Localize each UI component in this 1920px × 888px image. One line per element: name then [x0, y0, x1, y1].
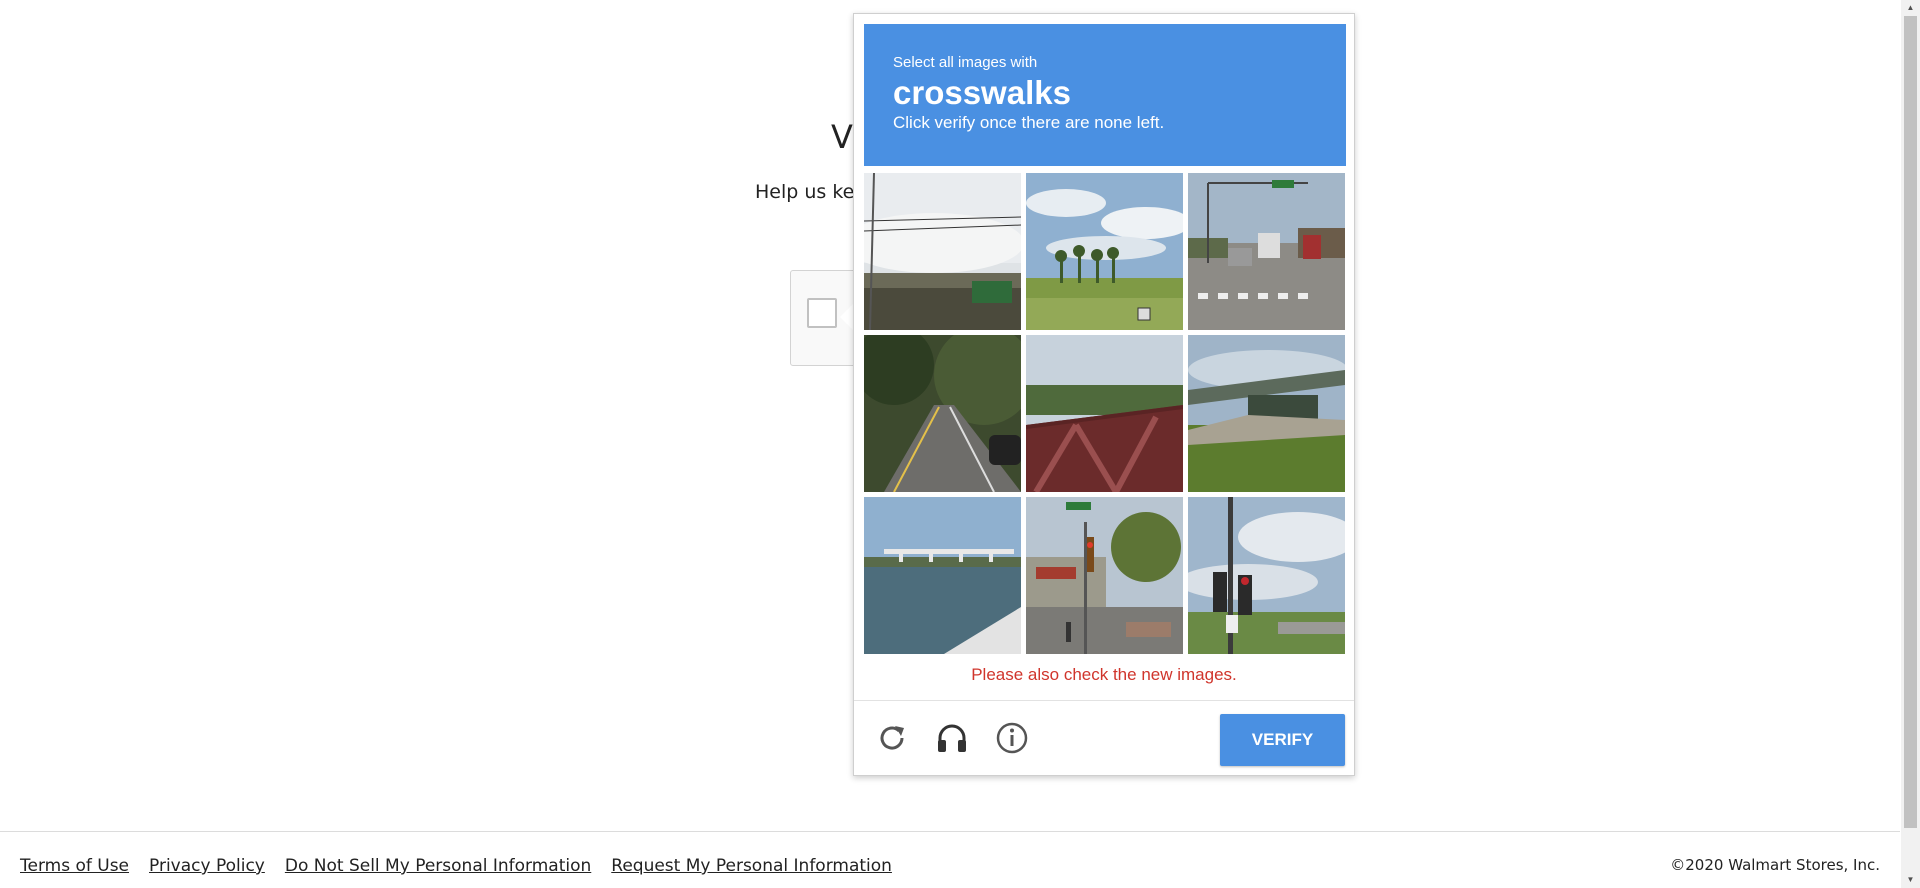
page-subtitle: Help us kee — [755, 181, 867, 203]
footer-link-do-not-sell[interactable]: Do Not Sell My Personal Information — [285, 856, 591, 876]
challenge-instruction: Click verify once there are none left. — [893, 113, 1165, 132]
footer-link-terms[interactable]: Terms of Use — [20, 856, 129, 876]
error-message: Please also check the new images. — [971, 665, 1237, 684]
info-button[interactable] — [994, 720, 1030, 756]
recaptcha-checkbox[interactable] — [807, 298, 837, 328]
info-icon — [996, 722, 1028, 754]
page-footer: Terms of Use Privacy Policy Do Not Sell … — [0, 831, 1900, 888]
tile-image — [1188, 173, 1345, 330]
headphones-icon — [938, 724, 966, 752]
scrollbar[interactable]: ▲ ▼ — [1901, 0, 1920, 888]
tile-image — [864, 173, 1021, 330]
tile-image — [864, 335, 1021, 492]
challenge-header: Select all images with crosswalks Click … — [864, 24, 1346, 166]
challenge-target: crosswalks — [893, 74, 1071, 111]
verify-button[interactable]: VERIFY — [1220, 714, 1345, 766]
image-grid — [864, 173, 1346, 654]
tile-image — [1188, 335, 1345, 492]
tile-image — [1026, 335, 1183, 492]
page-title: V — [831, 118, 853, 156]
tile-image — [1188, 497, 1345, 654]
image-tile-9[interactable] — [1188, 497, 1345, 654]
image-tile-6[interactable] — [1188, 335, 1345, 492]
image-tile-8[interactable] — [1026, 497, 1183, 654]
image-tile-1[interactable] — [864, 173, 1021, 330]
image-tile-5[interactable] — [1026, 335, 1183, 492]
footer-link-request-info[interactable]: Request My Personal Information — [611, 856, 892, 876]
reload-icon — [880, 726, 904, 750]
footer-links: Terms of Use Privacy Policy Do Not Sell … — [20, 856, 892, 876]
tile-image — [864, 497, 1021, 654]
copyright: ©2020 Walmart Stores, Inc. — [1670, 856, 1880, 874]
tile-image — [1026, 173, 1183, 330]
scroll-down-arrow-icon[interactable]: ▼ — [1901, 872, 1920, 888]
page: V Help us kee Select all images with cro… — [0, 0, 1920, 888]
footer-link-privacy[interactable]: Privacy Policy — [149, 856, 265, 876]
reload-button[interactable] — [874, 720, 910, 756]
image-tile-3[interactable] — [1188, 173, 1345, 330]
scroll-up-arrow-icon[interactable]: ▲ — [1901, 0, 1920, 16]
recaptcha-challenge: Select all images with crosswalks Click … — [853, 13, 1355, 776]
image-tile-2[interactable] — [1026, 173, 1183, 330]
tile-image — [1026, 497, 1183, 654]
image-tile-4[interactable] — [864, 335, 1021, 492]
challenge-instruction-small: Select all images with — [893, 54, 1038, 71]
challenge-pointer — [840, 303, 854, 331]
image-tile-7[interactable] — [864, 497, 1021, 654]
scrollbar-thumb[interactable] — [1904, 16, 1917, 828]
audio-button[interactable] — [934, 720, 970, 756]
challenge-footer-divider — [854, 700, 1354, 701]
